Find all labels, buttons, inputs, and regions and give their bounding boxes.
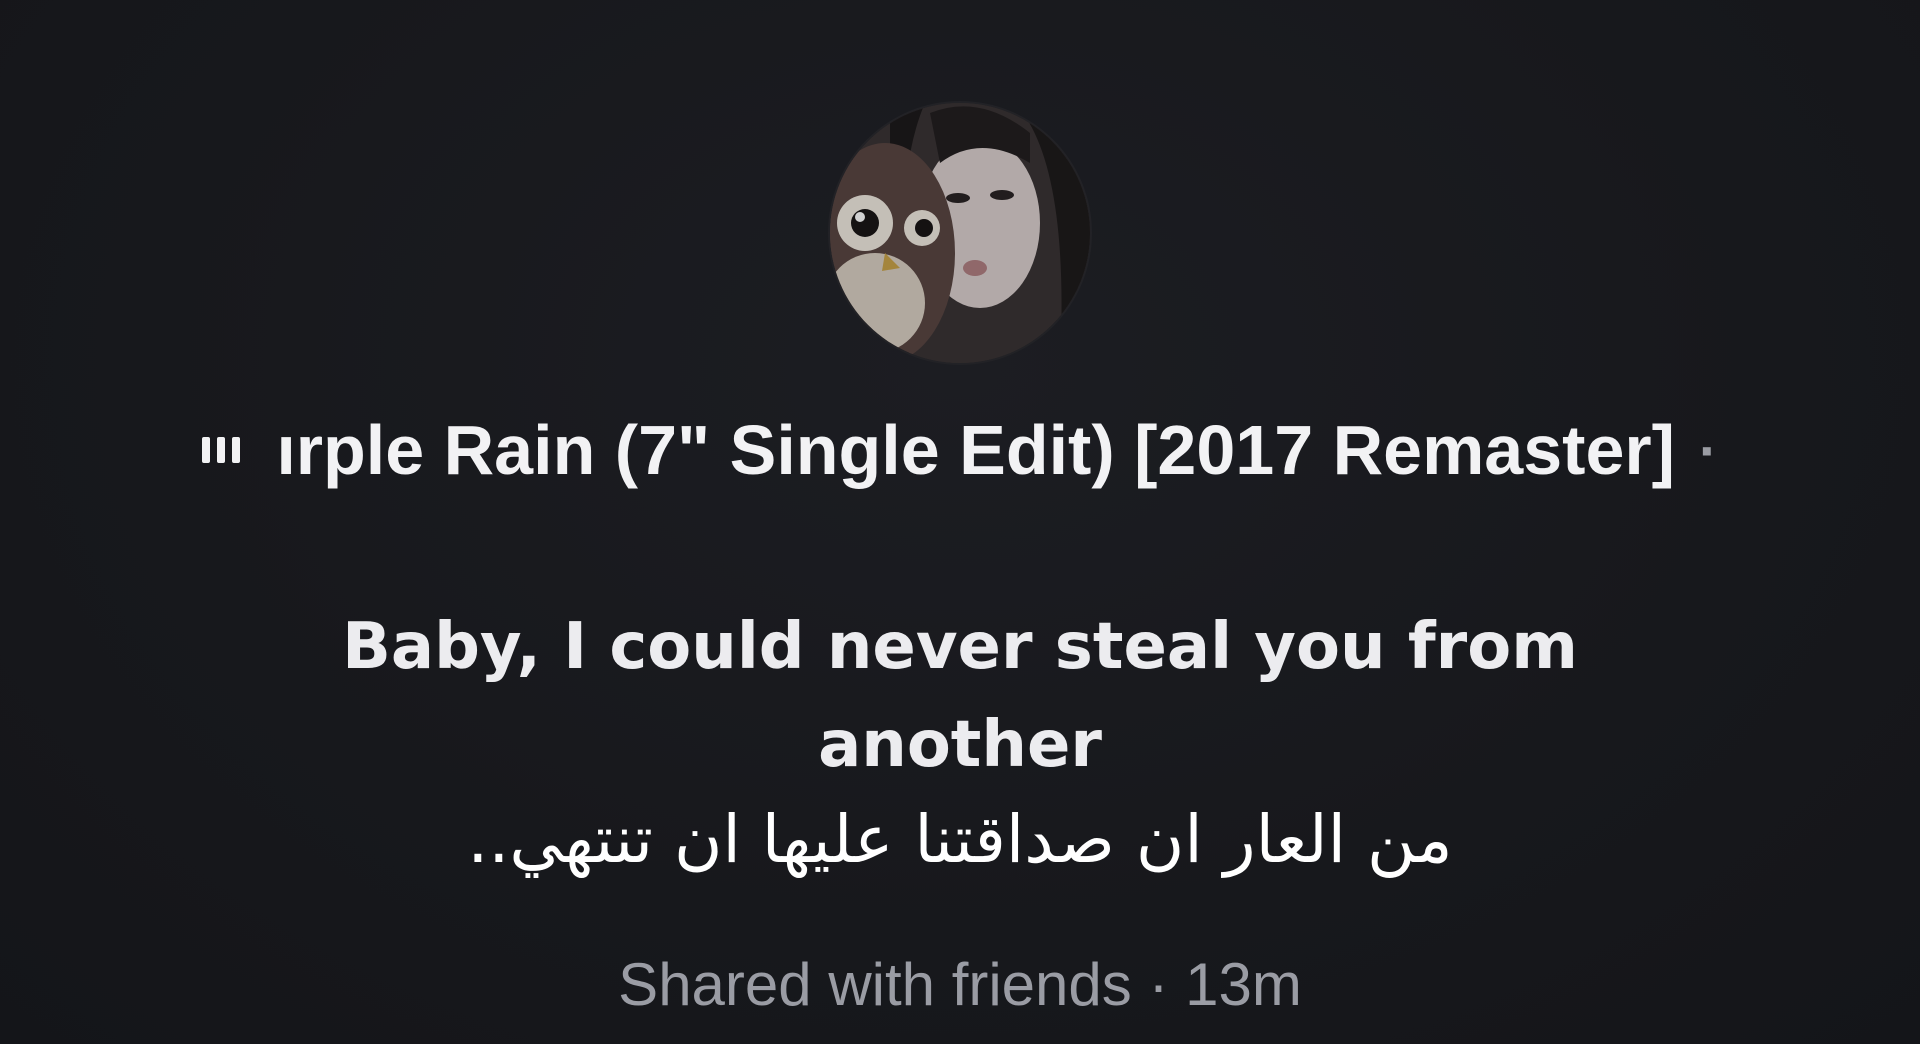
playing-bars-icon bbox=[202, 430, 258, 470]
now-playing-row[interactable]: ırple Rain (7" Single Edit) [2017 Remast… bbox=[80, 410, 1840, 490]
track-title[interactable]: ırple Rain (7" Single Edit) [2017 Remast… bbox=[276, 410, 1675, 490]
arabic-caption: من العار ان صداقتنا عليها ان تنتهي.. bbox=[467, 801, 1453, 878]
lyric-text: Baby, I could never steal you from anoth… bbox=[342, 610, 1578, 782]
separator-dot: · bbox=[1698, 418, 1718, 482]
note-card: ırple Rain (7" Single Edit) [2017 Remast… bbox=[0, 0, 1920, 1044]
share-status: Shared with friends · 13m bbox=[618, 951, 1302, 1018]
avatar-image bbox=[830, 103, 1090, 363]
avatar[interactable] bbox=[830, 103, 1090, 363]
